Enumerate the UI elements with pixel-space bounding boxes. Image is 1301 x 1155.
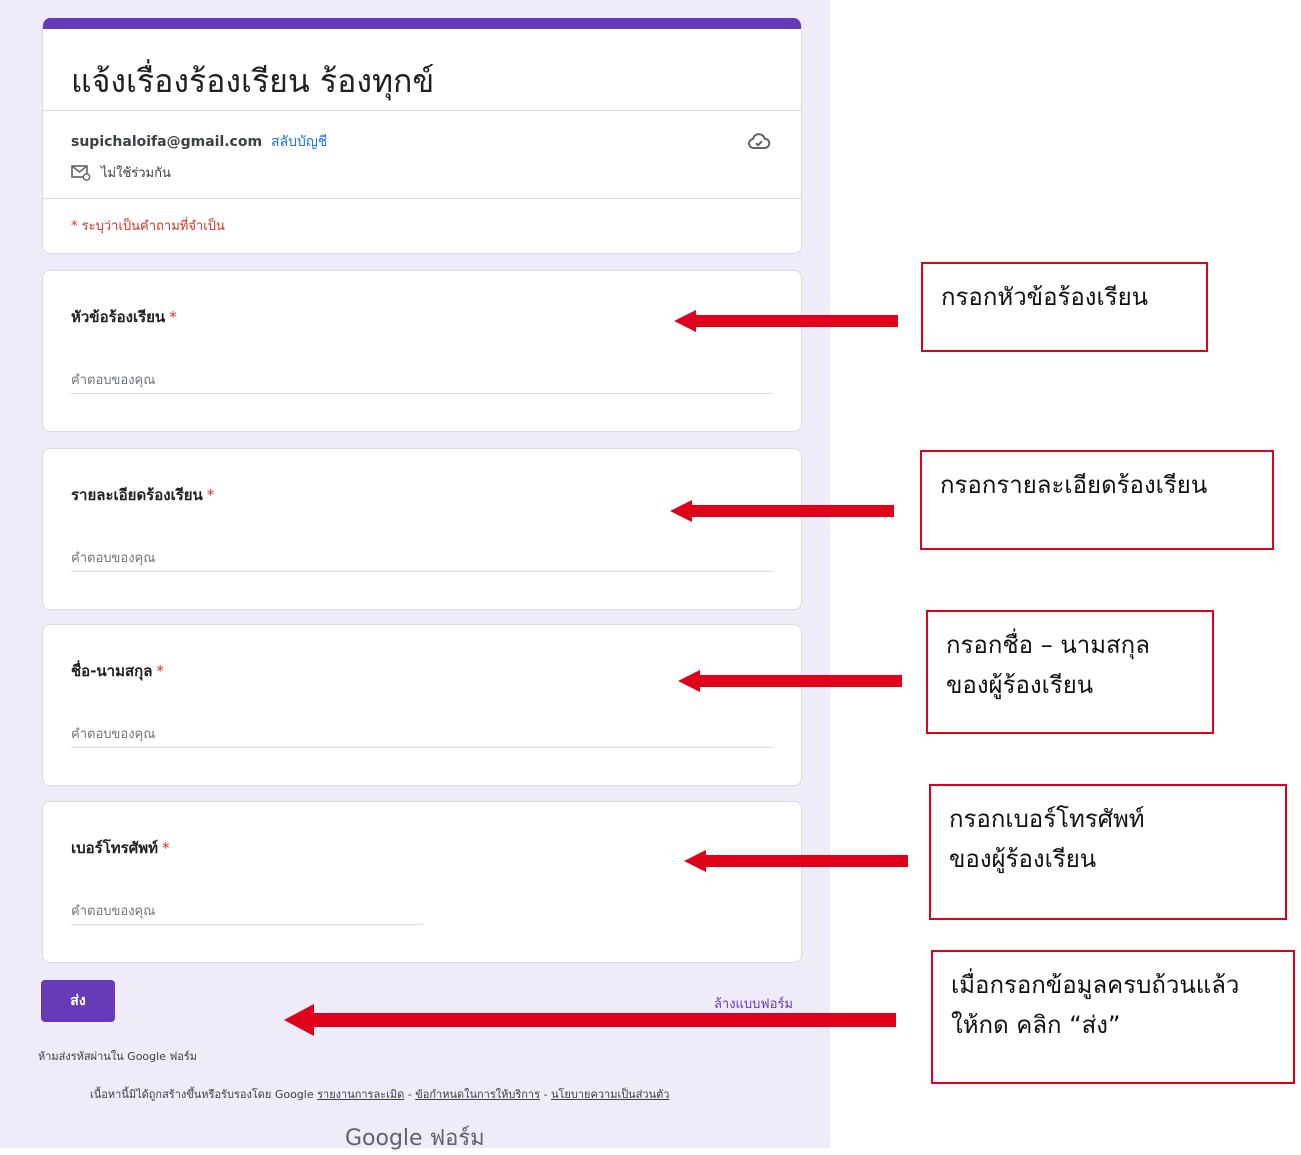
submit-button[interactable]: ส่ง: [41, 980, 115, 1022]
footer-disclaimer: เนื้อหานี้มิได้ถูกสร้างขึ้นหรือรับรองโดย…: [90, 1088, 670, 1101]
required-star: *: [156, 662, 164, 680]
cloud-saved-icon: [748, 133, 771, 150]
not-shared-label: ไม่ใช้ร่วมกัน: [101, 166, 171, 181]
switch-account-link[interactable]: สลับบัญชี: [271, 134, 327, 150]
accent-stripe: [43, 18, 801, 29]
report-abuse-link[interactable]: รายงานการละเมิด: [317, 1088, 404, 1101]
account-email: supichaloifa@gmail.com: [71, 134, 263, 150]
question-label: หัวข้อร้องเรียน *: [71, 308, 177, 326]
form-header-card: แจ้งเรื่องร้องเรียน ร้องทุกข์ supichaloi…: [42, 18, 802, 254]
required-note: * ระบุว่าเป็นคำถามที่จำเป็น: [71, 219, 225, 234]
question-card-phone: เบอร์โทรศัพท์ *: [42, 801, 802, 963]
required-star: *: [206, 486, 215, 504]
topic-input[interactable]: [71, 367, 773, 394]
account-row: supichaloifa@gmail.com สลับบัญชี: [71, 131, 327, 153]
not-shared-row: ไม่ใช้ร่วมกัน: [71, 162, 171, 183]
arrow-to-details: [670, 500, 894, 522]
callout-phone: กรอกเบอร์โทรศัพท์ ของผู้ร้องเรียน: [929, 784, 1287, 920]
callout-topic: กรอกหัวข้อร้องเรียน: [921, 262, 1208, 352]
privacy-link[interactable]: นโยบายความเป็นส่วนตัว: [551, 1088, 669, 1101]
question-card-details: รายละเอียดร้องเรียน *: [42, 448, 802, 610]
question-card-name: ชื่อ-นามสกุล *: [42, 624, 802, 786]
callout-details: กรอกรายละเอียดร้องเรียน: [920, 450, 1274, 550]
password-warning: ห้ามส่งรหัสผ่านใน Google ฟอร์ม: [38, 1050, 198, 1063]
form-title: แจ้งเรื่องร้องเรียน ร้องทุกข์: [71, 62, 435, 100]
google-forms-logo: Google ฟอร์ม: [345, 1126, 485, 1151]
required-star: *: [169, 308, 177, 326]
question-label: ชื่อ-นามสกุล *: [71, 662, 164, 680]
arrow-to-topic: [674, 310, 898, 332]
question-label: รายละเอียดร้องเรียน *: [71, 486, 215, 504]
terms-link[interactable]: ข้อกำหนดในการให้บริการ: [415, 1088, 540, 1101]
mail-lock-icon: [71, 164, 91, 181]
callout-name: กรอกชื่อ – นามสกุล ของผู้ร้องเรียน: [926, 610, 1214, 734]
arrow-to-phone: [684, 850, 908, 872]
callout-submit: เมื่อกรอกข้อมูลครบถ้วนแล้ว ให้กด คลิก “ส…: [931, 950, 1295, 1084]
divider: [43, 198, 801, 199]
phone-input[interactable]: [71, 898, 423, 925]
question-label: เบอร์โทรศัพท์ *: [71, 839, 170, 857]
divider: [43, 110, 801, 111]
arrow-to-submit: [284, 1004, 896, 1036]
question-card-topic: หัวข้อร้องเรียน *: [42, 270, 802, 432]
name-input[interactable]: [71, 721, 773, 748]
required-star: *: [162, 839, 170, 857]
arrow-to-name: [678, 670, 902, 692]
details-input[interactable]: [71, 545, 773, 572]
